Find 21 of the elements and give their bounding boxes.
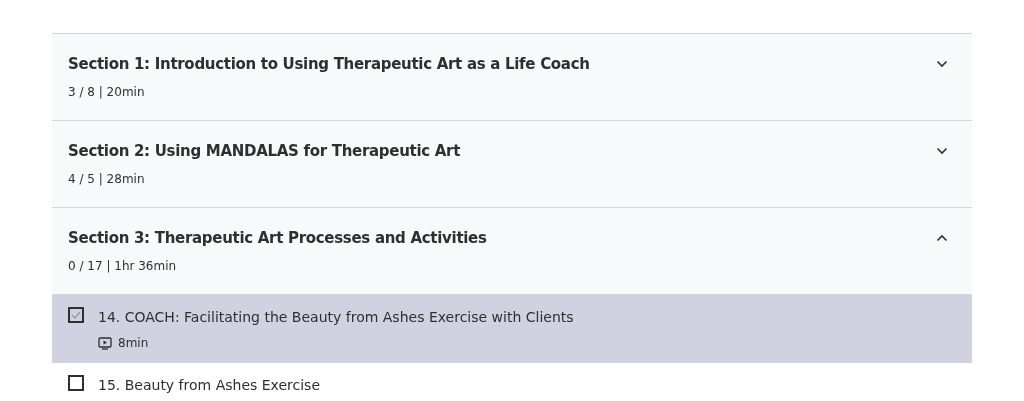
lesson-item[interactable]: 14. COACH: Facilitating the Beauty from Ashes Exercise with Clients 8min: [52, 295, 972, 363]
section-meta: 4 / 5 | 28min: [68, 172, 146, 186]
checkbox[interactable]: [68, 307, 84, 323]
chevron-down-icon[interactable]: [936, 147, 948, 155]
section-header[interactable]: Section 1: Introduction to Using Therapeutic Art as a Life Coach 3 / 8 | 20min: [52, 34, 972, 121]
lesson-item[interactable]: 15. Beauty from Ashes Exercise: [52, 363, 972, 401]
section-title: Section 2: Using MANDALAS for Therapeutic Art: [68, 142, 461, 160]
chevron-up-icon[interactable]: [936, 234, 948, 242]
chevron-down-icon[interactable]: [936, 60, 948, 68]
video-icon: [98, 336, 112, 350]
section-title: Section 3: Therapeutic Art Processes and Activities: [68, 229, 487, 247]
lesson-title: 15. Beauty from Ashes Exercise: [98, 377, 320, 393]
section-title: Section 1: Introduction to Using Therapeutic Art as a Life Coach: [68, 55, 590, 73]
lesson-duration: 8min: [118, 336, 149, 350]
checkbox[interactable]: [68, 375, 84, 391]
lesson-title: 14. COACH: Facilitating the Beauty from Ashes Exercise with Clients: [98, 309, 574, 325]
section-header[interactable]: Section 3: Therapeutic Art Processes and Activities 0 / 17 | 1hr 36min: [52, 208, 972, 295]
section-meta: 0 / 17 | 1hr 36min: [68, 259, 178, 273]
section-meta: 3 / 8 | 20min: [68, 85, 146, 99]
check-icon: [71, 311, 81, 319]
section-header[interactable]: Section 2: Using MANDALAS for Therapeutic Art 4 / 5 | 28min: [52, 121, 972, 208]
